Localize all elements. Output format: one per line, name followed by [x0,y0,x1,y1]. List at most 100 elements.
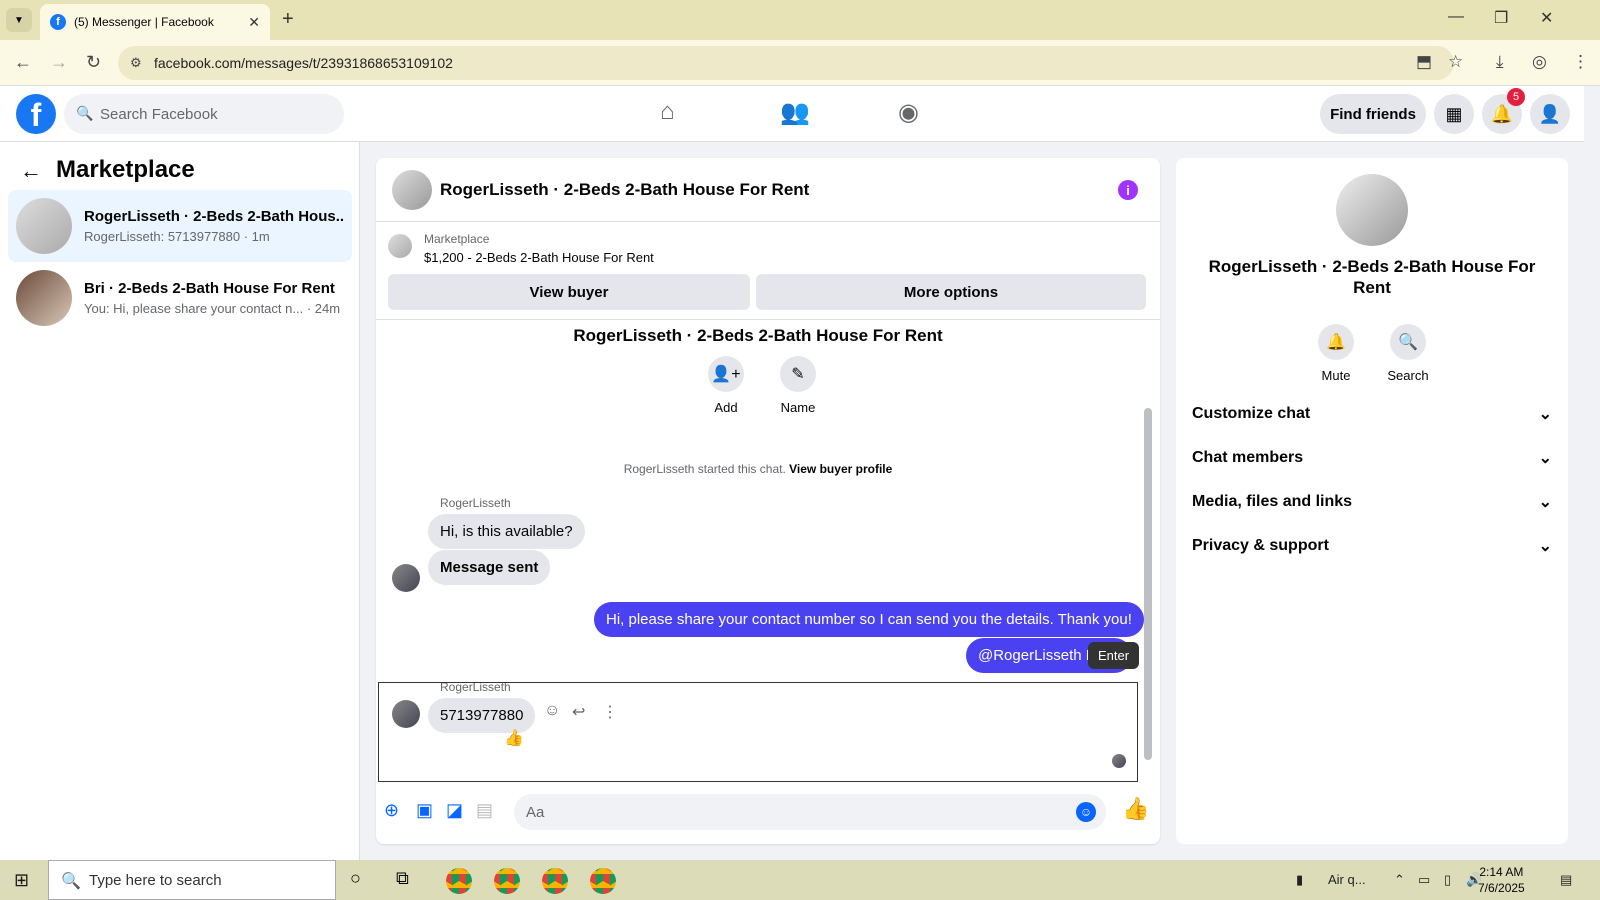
weather-icon[interactable]: ▮ [1296,872,1303,888]
message-focus-outline [378,682,1138,782]
like-icon[interactable]: 👍 [1122,796,1149,822]
menu-grid-icon[interactable]: ▦ [1434,94,1474,134]
taskbar-search-input[interactable]: 🔍 Type here to search [48,860,336,900]
marketplace-conversation-list: ← Marketplace RogerLisseth · 2-Beds 2-Ba… [0,142,360,860]
notification-center-icon[interactable]: ▤ [1560,872,1572,888]
search-in-chat-button[interactable]: 🔍 Search [1378,324,1438,383]
tab-search-chevron-icon[interactable]: ▼ [6,8,32,32]
back-icon[interactable]: ← [14,52,32,73]
address-bar[interactable]: ⚙ facebook.com/messages/t/23931868653109… [118,46,1454,80]
chat-details-panel: RogerLisseth · 2-Beds 2-Bath House For R… [1176,158,1568,844]
add-people-button[interactable]: 👤+ Add [696,356,756,415]
taskbar-clock[interactable]: 2:14 AM 7/6/2025 [1478,864,1525,896]
more-options-button[interactable]: More options [756,274,1146,310]
conversation-preview: You: Hi, please share your contact n... … [84,301,341,316]
chevron-down-icon: ⌄ [1538,538,1552,555]
privacy-support-section[interactable]: Privacy & support ⌄ [1192,526,1552,566]
home-icon[interactable]: ⌂ [660,98,675,126]
bell-icon: 🔔 [1318,324,1354,360]
section-label: Chat members [1192,449,1304,466]
chrome-taskbar-icon[interactable] [446,868,472,894]
photo-icon[interactable]: ▣ [416,800,433,821]
profile-icon[interactable]: ◎ [1532,52,1547,72]
tab-title: (5) Messenger | Facebook [74,15,214,29]
chat-scrollbar[interactable] [1144,408,1152,760]
facebook-logo-icon[interactable]: f [16,94,56,134]
windows-taskbar: ⊞ 🔍 Type here to search ○ ⧉ ▮ Air q... ⌃… [0,860,1600,900]
task-view-icon[interactable]: ⧉ [396,868,409,889]
chrome-taskbar-icon[interactable] [494,868,520,894]
site-info-icon[interactable]: ⚙ [130,55,142,71]
sender-avatar[interactable] [392,564,420,592]
find-friends-button[interactable]: Find friends [1320,94,1426,134]
air-quality-text[interactable]: Air q... [1328,872,1366,887]
facebook-search-input[interactable]: 🔍 Search Facebook [64,94,344,134]
windows-start-icon[interactable]: ⊞ [14,870,29,891]
view-buyer-button[interactable]: View buyer [388,274,750,310]
message-input[interactable]: Aa ☺ [514,794,1106,830]
incoming-message[interactable]: Message sent [428,550,551,585]
install-app-icon[interactable]: ⬒ [1416,52,1432,72]
friends-icon[interactable]: 👥 [780,98,810,127]
chat-window: RogerLisseth · 2-Beds 2-Bath House For R… [376,158,1160,844]
cortana-icon[interactable]: ○ [350,868,361,889]
tray-chevron-icon[interactable]: ⌃ [1394,872,1405,888]
search-label: Search [1387,368,1429,383]
network-icon[interactable]: ▭ [1418,872,1430,888]
mute-button[interactable]: 🔔 Mute [1306,324,1366,383]
browser-toolbar: ← → ↻ ⚙ facebook.com/messages/t/23931868… [0,40,1600,86]
download-icon[interactable]: ⤓ [1496,52,1504,72]
restore-icon[interactable]: ❐ [1494,8,1508,28]
chrome-taskbar-icon[interactable] [542,868,568,894]
close-window-icon[interactable]: ✕ [1540,8,1553,28]
mute-label: Mute [1321,368,1351,383]
emoji-icon[interactable]: ☺ [1076,802,1096,822]
conversation-item[interactable]: Bri · 2-Beds 2-Bath House For Rent You: … [8,262,352,334]
new-tab-icon[interactable]: + [282,8,294,31]
name-chat-button[interactable]: ✎ Name [768,356,828,415]
chat-avatar[interactable] [392,170,432,210]
incoming-message[interactable]: Hi, is this available? [428,514,585,549]
chat-members-section[interactable]: Chat members ⌄ [1192,438,1552,478]
chevron-down-icon: ⌄ [1538,450,1552,467]
conversation-item[interactable]: RogerLisseth · 2-Beds 2-Bath Hous... Rog… [8,190,352,262]
bookmark-star-icon[interactable]: ☆ [1448,52,1463,72]
sticker-icon[interactable]: ◪ [446,800,463,821]
system-message: RogerLisseth started this chat. View buy… [376,462,1140,476]
add-person-icon: 👤+ [708,356,744,392]
customize-chat-section[interactable]: Customize chat ⌄ [1192,394,1552,434]
listing-thumbnail [16,198,72,254]
clock-time: 2:14 AM [1479,865,1524,879]
chat-center-title: RogerLisseth · 2-Beds 2-Bath House For R… [573,326,943,345]
account-avatar[interactable]: 👤 [1530,94,1570,134]
media-files-links-section[interactable]: Media, files and links ⌄ [1192,482,1552,522]
chrome-menu-icon[interactable]: ⋮ [1572,52,1589,72]
taskbar-search-placeholder: Type here to search [89,871,222,889]
listing-price[interactable]: $1,200 - 2-Beds 2-Bath House For Rent [424,250,654,265]
section-label: Privacy & support [1192,537,1329,554]
chevron-down-icon: ⌄ [1538,406,1552,423]
section-label: Media, files and links [1192,493,1353,510]
battery-icon[interactable]: ▯ [1444,872,1451,888]
view-buyer-profile-link[interactable]: View buyer profile [789,462,892,476]
close-tab-icon[interactable]: ✕ [248,14,260,31]
reload-icon[interactable]: ↻ [86,52,101,73]
chat-title[interactable]: RogerLisseth · 2-Beds 2-Bath House For R… [440,180,809,200]
gif-icon[interactable]: ▤ [476,800,493,821]
plus-icon[interactable]: ⊕ [384,800,399,821]
forward-icon[interactable]: → [50,52,68,73]
section-label: Customize chat [1192,405,1311,422]
browser-tab[interactable]: f (5) Messenger | Facebook ✕ [40,4,270,40]
minimize-icon[interactable]: — [1448,8,1464,26]
info-icon[interactable]: i [1118,180,1138,200]
listing-avatar[interactable] [1336,174,1408,246]
back-arrow-icon[interactable]: ← [20,158,42,184]
outgoing-message[interactable]: Hi, please share your contact number so … [594,602,1144,637]
chrome-taskbar-icon[interactable] [590,868,616,894]
sender-name: RogerLisseth [440,496,511,510]
listing-thumbnail [16,270,72,326]
groups-icon[interactable]: ◉ [898,98,919,127]
marketplace-label: Marketplace [424,232,490,246]
facebook-favicon-icon: f [50,14,66,30]
system-text: RogerLisseth started this chat. [623,462,786,476]
